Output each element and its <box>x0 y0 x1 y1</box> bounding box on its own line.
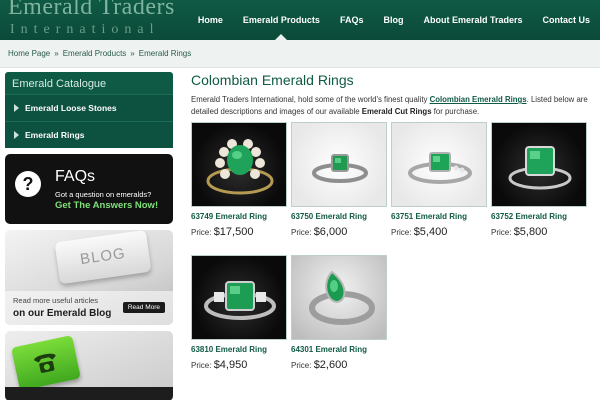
ring-image <box>206 139 274 195</box>
contact-banner-bar <box>5 387 173 400</box>
nav-blog[interactable]: Blog <box>373 0 413 40</box>
product-price: Price: $17,500 <box>191 226 287 238</box>
ring-image <box>508 146 572 190</box>
question-icon: ? <box>15 171 41 197</box>
ring-image <box>312 154 368 183</box>
product-name[interactable]: 64301 Emerald Ring <box>291 345 387 354</box>
price-amount: $17,500 <box>213 226 254 238</box>
nav-emerald-products[interactable]: Emerald Products <box>233 0 330 40</box>
breadcrumb-separator: » <box>54 49 59 58</box>
product-image[interactable] <box>191 122 287 207</box>
sidebar-item-rings[interactable]: Emerald Rings <box>5 121 173 148</box>
blog-banner-text: Read more useful articles <box>13 296 99 305</box>
sidebar-item-label: Emerald Loose Stones <box>25 103 117 113</box>
main-nav: Home Emerald Products FAQs Blog About Em… <box>188 0 600 40</box>
breadcrumb: Home Page » Emerald Products » Emerald R… <box>0 40 600 68</box>
product-card: 63752 Emerald Ring Price: $5,800 <box>491 122 587 238</box>
product-price: Price: $4,950 <box>191 359 287 371</box>
product-price: Price: $5,400 <box>391 226 487 238</box>
product-name[interactable]: 63752 Emerald Ring <box>491 212 587 221</box>
faq-banner-text: Got a question on emeralds? <box>55 190 152 199</box>
page-title: Colombian Emerald Rings <box>191 72 354 88</box>
price-label: Price: <box>191 361 212 370</box>
intro-text: Emerald Traders International, hold some… <box>191 95 430 104</box>
breadcrumb-current: Emerald Rings <box>138 49 192 58</box>
logo-text: Emerald Traders <box>8 0 175 20</box>
intro-bold-text: Emerald Cut Rings <box>361 107 432 116</box>
intro-text: for purchase. <box>431 107 480 116</box>
product-image[interactable] <box>291 255 387 340</box>
price-amount: $2,600 <box>313 359 348 371</box>
price-label: Price: <box>391 228 412 237</box>
sidebar-item-label: Emerald Rings <box>25 130 85 140</box>
product-image[interactable] <box>191 255 287 340</box>
nav-home[interactable]: Home <box>188 0 233 40</box>
nav-faqs[interactable]: FAQs <box>330 0 374 40</box>
main-content: Colombian Emerald Rings Emerald Traders … <box>191 72 596 371</box>
price-label: Price: <box>291 228 312 237</box>
site-logo[interactable]: Emerald Traders <box>8 0 175 21</box>
price-label: Price: <box>491 228 512 237</box>
site-header: Emerald Traders International Home Emera… <box>0 0 600 40</box>
product-card: 63749 Emerald Ring Price: $17,500 <box>191 122 287 238</box>
price-amount: $6,000 <box>313 226 348 238</box>
blog-banner-heading: on our Emerald Blog <box>13 308 112 319</box>
product-card: 63810 Emerald Ring Price: $4,950 <box>191 255 287 371</box>
ring-image <box>204 281 276 320</box>
ring-image <box>408 152 472 184</box>
product-image[interactable] <box>291 122 387 207</box>
price-amount: $4,950 <box>213 359 248 371</box>
product-price: Price: $2,600 <box>291 359 387 371</box>
phone-key-image <box>11 335 81 391</box>
arrow-right-icon <box>14 131 19 139</box>
product-image[interactable] <box>491 122 587 207</box>
product-card: 64301 Emerald Ring Price: $2,600 <box>291 255 387 371</box>
phone-icon <box>34 353 56 373</box>
faq-banner[interactable]: ? FAQs Got a question on emeralds? Get T… <box>5 154 173 224</box>
ring-image <box>309 270 375 325</box>
product-card: 63750 Emerald Ring Price: $6,000 <box>291 122 387 238</box>
price-label: Price: <box>291 361 312 370</box>
blog-key-image: BLOG <box>54 230 152 285</box>
contact-banner[interactable] <box>5 331 173 400</box>
nav-about[interactable]: About Emerald Traders <box>413 0 532 40</box>
faq-banner-cta: Get The Answers Now! <box>55 200 159 211</box>
price-amount: $5,800 <box>513 226 548 238</box>
product-price: Price: $5,800 <box>491 226 587 238</box>
intro-link-colombian-rings[interactable]: Colombian Emerald Rings <box>430 95 527 104</box>
catalogue-title: Emerald Catalogue <box>12 78 107 90</box>
product-price: Price: $6,000 <box>291 226 387 238</box>
read-more-button[interactable]: Read More <box>122 302 165 313</box>
arrow-right-icon <box>14 104 19 112</box>
blog-banner[interactable]: BLOG Read more useful articles on our Em… <box>5 230 173 325</box>
product-name[interactable]: 63810 Emerald Ring <box>191 345 287 354</box>
product-name[interactable]: 63749 Emerald Ring <box>191 212 287 221</box>
breadcrumb-products[interactable]: Emerald Products <box>63 49 127 58</box>
product-name[interactable]: 63750 Emerald Ring <box>291 212 387 221</box>
faq-banner-title: FAQs <box>55 168 96 185</box>
product-image[interactable] <box>391 122 487 207</box>
breadcrumb-separator: » <box>130 49 135 58</box>
price-label: Price: <box>191 228 212 237</box>
price-amount: $5,400 <box>413 226 448 238</box>
product-name[interactable]: 63751 Emerald Ring <box>391 212 487 221</box>
breadcrumb-home[interactable]: Home Page <box>8 49 50 58</box>
product-card: 63751 Emerald Ring Price: $5,400 <box>391 122 487 238</box>
catalogue-menu: Emerald Catalogue Emerald Loose Stones E… <box>5 72 173 148</box>
intro-paragraph: Emerald Traders International, hold some… <box>191 94 596 118</box>
sidebar-item-loose-stones[interactable]: Emerald Loose Stones <box>5 94 173 121</box>
sidebar: Emerald Catalogue Emerald Loose Stones E… <box>5 72 173 400</box>
logo-subtitle: International <box>10 22 160 37</box>
nav-contact[interactable]: Contact Us <box>532 0 600 40</box>
